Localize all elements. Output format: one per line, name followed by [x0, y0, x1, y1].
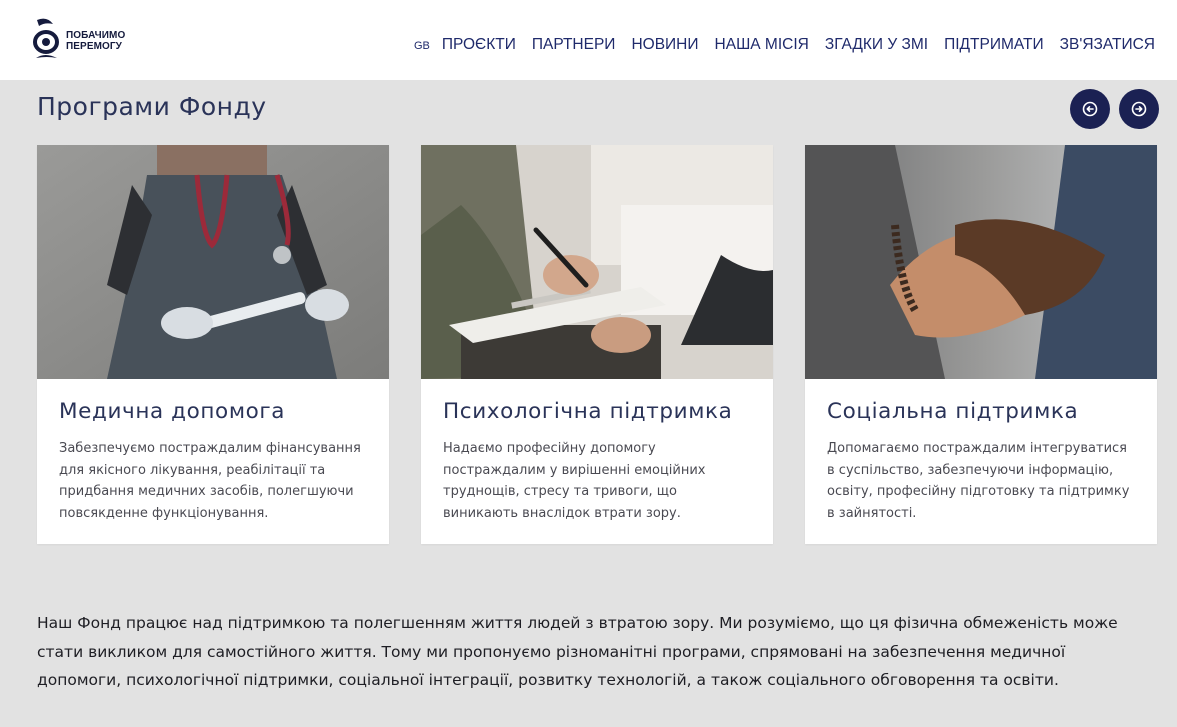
- program-card-social[interactable]: Соціальна підтримка Допомагаємо постражд…: [805, 145, 1157, 544]
- nav-item-mission[interactable]: НАША МІСІЯ: [715, 36, 809, 54]
- nav-item-partners[interactable]: ПАРТНЕРИ: [532, 36, 616, 54]
- program-card-medical[interactable]: Медична допомога Забезпечуємо постраждал…: [37, 145, 389, 544]
- card-title: Медична допомога: [59, 399, 286, 424]
- logo-text-line1: ПОБАЧИМО: [66, 30, 126, 41]
- doctor-with-stethoscope-photo: [37, 145, 389, 379]
- carousel-prev-button[interactable]: [1070, 89, 1110, 129]
- program-card-psychological[interactable]: Психологічна підтримка Надаємо професійн…: [421, 145, 773, 544]
- nav-item-projects[interactable]: ПРОЄКТИ: [442, 36, 516, 54]
- card-title: Соціальна підтримка: [827, 399, 1079, 424]
- site-logo[interactable]: ПОБАЧИМО ПЕРЕМОГУ: [33, 16, 153, 62]
- therapist-writing-notes-photo: [421, 145, 773, 379]
- section-title: Програми Фонду: [37, 92, 267, 121]
- handshake-photo: [805, 145, 1157, 379]
- arrow-left-circle-icon: [1082, 101, 1098, 117]
- card-text: Забезпечуємо постраждалим фінансування д…: [59, 441, 361, 521]
- logo-text: ПОБАЧИМО ПЕРЕМОГУ: [66, 16, 125, 52]
- carousel-next-button[interactable]: [1119, 89, 1159, 129]
- card-text: Допомагаємо постраждалим інтегруватися в…: [827, 441, 1130, 521]
- arrow-right-circle-icon: [1131, 101, 1147, 117]
- nav-item-media[interactable]: ЗГАДКИ У ЗМІ: [825, 36, 928, 54]
- nav-item-contact[interactable]: ЗВ'ЯЗАТИСЯ: [1060, 36, 1155, 54]
- card-text: Надаємо професійну допомогу постраждалим…: [443, 441, 706, 521]
- foundation-intro-text: Наш Фонд працює над підтримкою та полегш…: [37, 614, 1118, 690]
- language-switch[interactable]: GB: [414, 40, 430, 52]
- logo-text-line2: ПЕРЕМОГУ: [66, 41, 122, 52]
- nav-item-support[interactable]: ПІДТРИМАТИ: [944, 36, 1044, 54]
- eye-logo-icon: [33, 18, 59, 58]
- top-navigation-bar: ПОБАЧИМО ПЕРЕМОГУ GB ПРОЄКТИ ПАРТНЕРИ НО…: [0, 0, 1177, 80]
- main-nav: GB ПРОЄКТИ ПАРТНЕРИ НОВИНИ НАША МІСІЯ ЗГ…: [414, 36, 1155, 54]
- card-title: Психологічна підтримка: [443, 399, 733, 424]
- nav-item-news[interactable]: НОВИНИ: [631, 36, 698, 54]
